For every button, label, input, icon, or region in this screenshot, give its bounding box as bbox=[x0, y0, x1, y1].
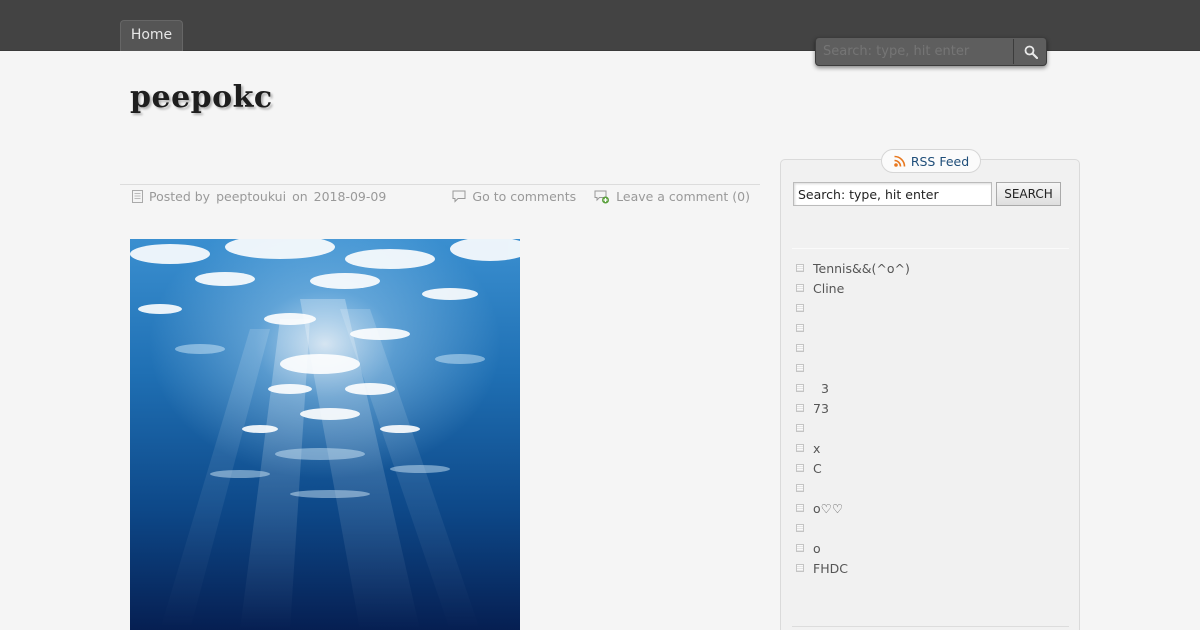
list-item-link[interactable]: o♡♡ bbox=[813, 501, 843, 516]
post-meta-actions: Go to comments Leave a comment (0) bbox=[452, 189, 750, 204]
meta-prefix: Posted by bbox=[149, 189, 211, 204]
list-item: FHDC bbox=[796, 558, 910, 578]
underwater-photo-icon bbox=[130, 239, 520, 630]
rss-feed-link[interactable]: RSS Feed bbox=[881, 149, 981, 173]
top-search-input[interactable] bbox=[817, 39, 1014, 64]
list-item: C bbox=[796, 458, 910, 478]
list-item bbox=[796, 358, 910, 378]
add-comment-icon bbox=[594, 190, 610, 203]
post-image[interactable] bbox=[130, 239, 520, 630]
bullet-icon bbox=[796, 304, 804, 312]
list-item: 73 bbox=[796, 398, 910, 418]
bullet-icon bbox=[796, 284, 804, 292]
bullet-icon bbox=[796, 484, 804, 492]
list-item bbox=[796, 298, 910, 318]
bullet-icon bbox=[796, 504, 804, 512]
post-author-link[interactable]: peeptoukui bbox=[216, 189, 286, 204]
nav-home-tab[interactable]: Home bbox=[120, 20, 183, 51]
site-title[interactable]: peepokc bbox=[130, 80, 273, 115]
sidebar-search-input[interactable] bbox=[793, 182, 992, 206]
list-item bbox=[796, 418, 910, 438]
bullet-icon bbox=[796, 344, 804, 352]
list-item: o bbox=[796, 538, 910, 558]
sidebar-divider bbox=[792, 626, 1069, 627]
list-item: o♡♡ bbox=[796, 498, 910, 518]
list-item-link[interactable]: 3 bbox=[813, 381, 829, 396]
list-item-link[interactable]: Cline bbox=[813, 281, 844, 296]
bullet-icon bbox=[796, 464, 804, 472]
list-item: Cline bbox=[796, 278, 910, 298]
sidebar: RSS Feed SEARCH Tennis&&(^o^) Cline 3 73… bbox=[780, 149, 1080, 630]
top-bar: Home bbox=[0, 0, 1200, 66]
bullet-icon bbox=[796, 324, 804, 332]
list-item-link[interactable]: C bbox=[813, 461, 822, 476]
list-item-link[interactable]: o bbox=[813, 541, 821, 556]
list-item-link[interactable]: Tennis&&(^o^) bbox=[813, 261, 910, 276]
list-item: x bbox=[796, 438, 910, 458]
bullet-icon bbox=[796, 364, 804, 372]
bullet-icon bbox=[796, 444, 804, 452]
bullet-icon bbox=[796, 544, 804, 552]
bullet-icon bbox=[796, 564, 804, 572]
list-item: 3 bbox=[796, 378, 910, 398]
list-item-link[interactable]: 73 bbox=[813, 401, 829, 416]
post-meta: Posted by peeptoukui on 2018-09-09 Go to… bbox=[120, 184, 760, 208]
list-item bbox=[796, 518, 910, 538]
list-item bbox=[796, 478, 910, 498]
go-to-comments-link[interactable]: Go to comments bbox=[472, 189, 576, 204]
list-item-link[interactable]: x bbox=[813, 441, 820, 456]
bullet-icon bbox=[796, 424, 804, 432]
top-search-button[interactable] bbox=[1015, 38, 1047, 65]
search-icon bbox=[1024, 45, 1038, 59]
sidebar-divider bbox=[792, 248, 1069, 249]
sidebar-list: Tennis&&(^o^) Cline 3 73 x C o♡♡ o FHDC bbox=[796, 258, 910, 578]
bullet-icon bbox=[796, 384, 804, 392]
sidebar-search-button[interactable]: SEARCH bbox=[996, 182, 1061, 206]
bullet-icon bbox=[796, 404, 804, 412]
comment-bubble-icon bbox=[452, 190, 466, 203]
list-item bbox=[796, 338, 910, 358]
meta-on: on bbox=[292, 189, 308, 204]
bullet-icon bbox=[796, 524, 804, 532]
post-meta-author: Posted by peeptoukui on 2018-09-09 bbox=[132, 189, 386, 204]
document-icon bbox=[132, 190, 143, 203]
post-date: 2018-09-09 bbox=[313, 189, 387, 204]
rss-icon bbox=[894, 155, 906, 167]
bullet-icon bbox=[796, 264, 804, 272]
top-search-box bbox=[815, 37, 1047, 66]
list-item: Tennis&&(^o^) bbox=[796, 258, 910, 278]
list-item bbox=[796, 318, 910, 338]
rss-label: RSS Feed bbox=[910, 153, 970, 169]
list-item-link[interactable]: FHDC bbox=[813, 561, 848, 576]
leave-comment-link[interactable]: Leave a comment (0) bbox=[616, 189, 750, 204]
